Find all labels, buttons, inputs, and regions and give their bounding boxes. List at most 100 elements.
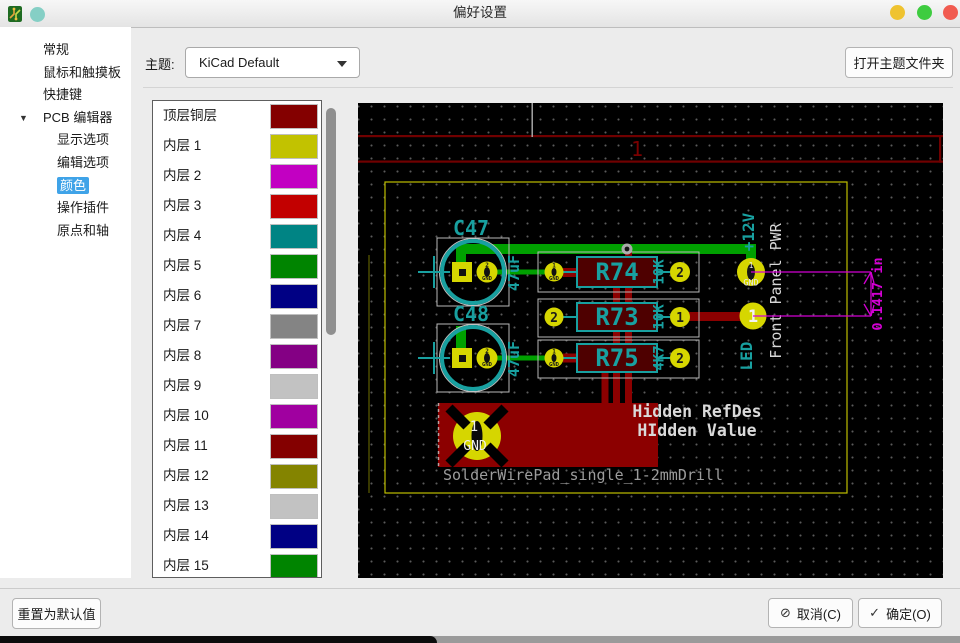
ok-button[interactable]: ✓ 确定(O) (858, 598, 942, 628)
layer-name: 内层 4 (163, 221, 201, 251)
layer-row[interactable]: 内层 6 (153, 281, 321, 311)
layer-name: 内层 6 (163, 281, 201, 311)
pad-net: GND (482, 276, 493, 282)
sidebar-item-鼠标和触摸板[interactable]: 鼠标和触摸板 (0, 62, 131, 85)
value-label: 10K (652, 259, 668, 285)
layer-name: 内层 11 (163, 431, 208, 461)
sidebar-item-label: 常规 (43, 42, 69, 57)
pad-net: GND (549, 362, 560, 368)
layer-name: 内层 8 (163, 341, 201, 371)
layer-row[interactable]: 内层 12 (153, 461, 321, 491)
cancel-button[interactable]: ⊘ 取消(C) (768, 598, 853, 628)
layer-row[interactable]: 内层 5 (153, 251, 321, 281)
layer-row[interactable]: 内层 14 (153, 521, 321, 551)
maximize-button[interactable] (917, 5, 932, 20)
titlebar: 偏好设置 (0, 0, 960, 28)
theme-label: 主题: (145, 54, 175, 73)
divider (0, 588, 960, 589)
right-pads: 1 GND 1 (737, 258, 767, 330)
sidebar-item-原点和轴[interactable]: 原点和轴 (0, 220, 131, 243)
layer-row[interactable]: 内层 9 (153, 371, 321, 401)
layer-row[interactable]: 内层 2 (153, 161, 321, 191)
open-theme-folder-button[interactable]: 打开主题文件夹 (845, 47, 953, 78)
refdes-label: C48 (453, 302, 489, 326)
layer-color-swatch[interactable] (271, 555, 317, 578)
sidebar-item-label: 颜色 (57, 177, 89, 194)
layer-color-swatch[interactable] (271, 165, 317, 188)
pad-net: GND (549, 276, 560, 282)
layer-row[interactable]: 内层 10 (153, 401, 321, 431)
layer-name: 内层 3 (163, 191, 201, 221)
sidebar-item-编辑选项[interactable]: 编辑选项 (0, 152, 131, 175)
pad-net: GND (743, 279, 758, 289)
pcb-color-preview: 1 C47 2 GND 47uF C48 (358, 103, 943, 578)
layer-color-swatch[interactable] (271, 495, 317, 518)
kicad-logo-icon (8, 6, 22, 22)
refdes-label: R75 (595, 344, 638, 372)
refdes-label: R73 (595, 303, 638, 331)
component-c47: C47 2 GND 47uF (418, 216, 523, 306)
cursor-line (532, 103, 533, 137)
cancel-icon: ⊘ (780, 605, 791, 621)
chevron-down-icon (337, 61, 347, 67)
component-c48: C48 2 GND 47uF (418, 302, 523, 392)
pad-net: GND (463, 439, 487, 454)
layer-name: 内层 2 (163, 161, 201, 191)
layer-row[interactable]: 顶层铜层 (153, 101, 321, 131)
refdes-label: C47 (453, 216, 489, 240)
sidebar-item-颜色[interactable]: 颜色 (0, 175, 131, 198)
close-button[interactable] (943, 5, 958, 20)
layer-color-swatch[interactable] (271, 315, 317, 338)
layer-row[interactable]: 内层 11 (153, 431, 321, 461)
layer-row[interactable]: 内层 7 (153, 311, 321, 341)
layer-row[interactable]: 内层 1 (153, 131, 321, 161)
value-label: 10K (652, 304, 668, 330)
theme-dropdown[interactable]: KiCad Default (185, 47, 360, 78)
layer-color-swatch[interactable] (271, 255, 317, 278)
sidebar-item-显示选项[interactable]: 显示选项 (0, 129, 131, 152)
layer-row[interactable]: 内层 3 (153, 191, 321, 221)
net-label-led: LED (737, 342, 756, 371)
layer-color-swatch[interactable] (271, 375, 317, 398)
layer-color-swatch[interactable] (271, 345, 317, 368)
layer-name: 内层 5 (163, 251, 201, 281)
pad-net: GND (482, 362, 493, 368)
layer-color-swatch[interactable] (271, 465, 317, 488)
layer-name: 内层 10 (163, 401, 209, 431)
minimize-button[interactable] (890, 5, 905, 20)
sidebar-item-PCB 编辑器[interactable]: ▼ PCB 编辑器 (0, 107, 131, 130)
reset-to-defaults-button[interactable]: 重置为默认值 (12, 598, 101, 629)
layer-row[interactable]: 内层 13 (153, 491, 321, 521)
layer-color-swatch[interactable] (271, 435, 317, 458)
sidebar-item-快捷键[interactable]: 快捷键 (0, 84, 131, 107)
preferences-nav-tree: 常规鼠标和触摸板快捷键 ▼ PCB 编辑器显示选项编辑选项颜色操作插件原点和轴 (0, 27, 131, 578)
pad-number: 1 (552, 263, 556, 270)
scrollbar-thumb[interactable] (326, 108, 336, 335)
layer-row[interactable]: 内层 4 (153, 221, 321, 251)
dimension-text: 0.1417 in (870, 257, 886, 330)
layer-color-swatch[interactable] (271, 195, 317, 218)
net-label-front-panel: Front Panel PWR (767, 222, 785, 358)
layer-color-swatch[interactable] (271, 285, 317, 308)
check-icon: ✓ (869, 605, 880, 621)
sidebar-item-label: PCB 编辑器 (43, 110, 112, 125)
sidebar-item-常规[interactable]: 常规 (0, 39, 131, 62)
pad-number: 1 (552, 349, 556, 356)
layer-name: 内层 7 (163, 311, 201, 341)
layer-name: 内层 13 (163, 491, 209, 521)
layer-color-swatch[interactable] (271, 135, 317, 158)
pad-number: 2 (550, 311, 558, 326)
value-label: 47uF (505, 255, 523, 291)
layer-row[interactable]: 内层 8 (153, 341, 321, 371)
layer-color-swatch[interactable] (271, 525, 317, 548)
layer-color-swatch[interactable] (271, 105, 317, 128)
via (622, 244, 633, 255)
value-label: 4K7 (652, 345, 668, 370)
layer-color-swatch[interactable] (271, 405, 317, 428)
pad-number: 1 (676, 311, 684, 326)
expander-triangle-icon[interactable]: ▼ (19, 107, 28, 130)
sidebar-item-label: 快捷键 (43, 87, 82, 102)
layer-color-swatch[interactable] (271, 225, 317, 248)
sidebar-item-操作插件[interactable]: 操作插件 (0, 197, 131, 220)
layer-row[interactable]: 内层 15 (153, 551, 321, 578)
